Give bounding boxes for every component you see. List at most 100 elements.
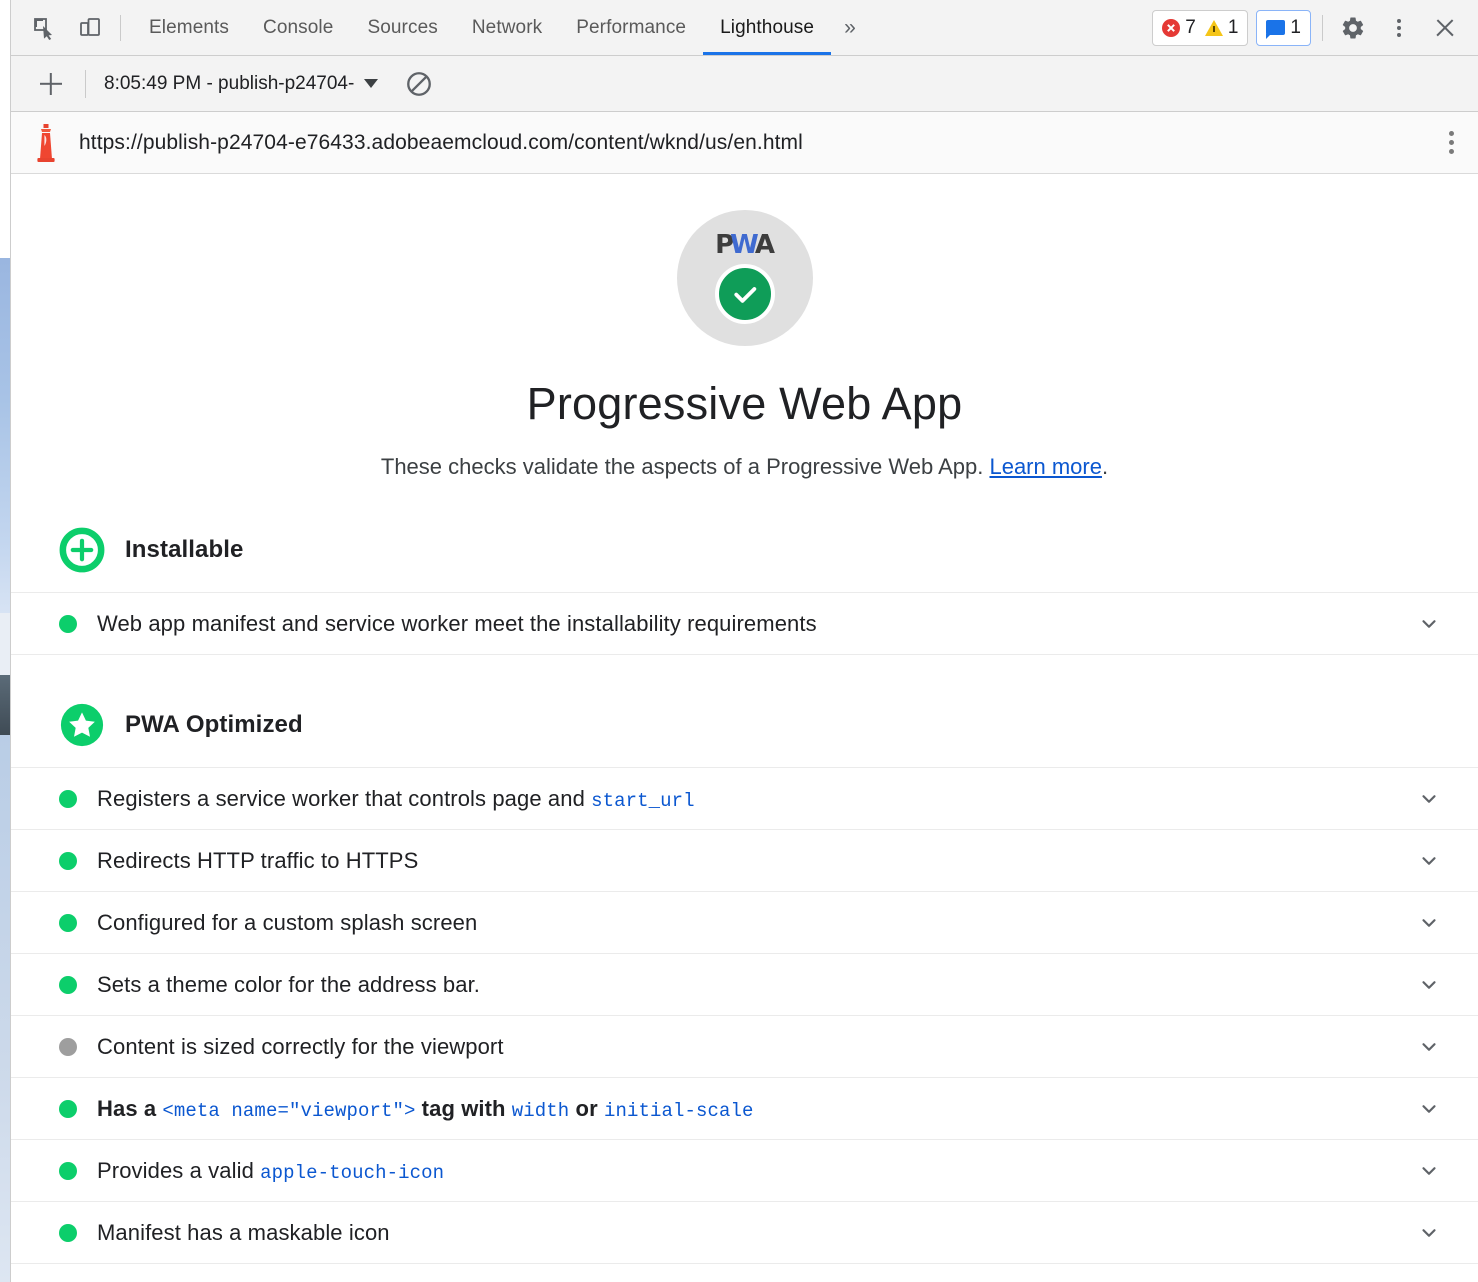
subtitle-period: . — [1102, 454, 1108, 479]
gear-icon[interactable] — [1334, 9, 1372, 47]
new-report-button[interactable] — [33, 66, 69, 102]
messages-counter[interactable]: 1 — [1256, 10, 1311, 46]
audit-title: Provides a valid apple-touch-icon — [97, 1158, 444, 1184]
report-url-bar: https://publish-p24704-e76433.adobeaemcl… — [11, 112, 1478, 174]
audit-row[interactable]: Web app manifest and service worker meet… — [11, 593, 1478, 655]
audit-list: Web app manifest and service worker meet… — [11, 592, 1478, 655]
audit-title: Has a <meta name="viewport"> tag with wi… — [97, 1096, 753, 1122]
tab-sources[interactable]: Sources — [350, 0, 454, 55]
warning-count: 1 — [1228, 17, 1239, 39]
audit-list: Registers a service worker that controls… — [11, 767, 1478, 1264]
chevron-down-icon[interactable] — [1418, 974, 1440, 996]
green-check-icon — [715, 264, 775, 324]
message-icon — [1266, 20, 1285, 35]
chevron-down-icon[interactable] — [1418, 1036, 1440, 1058]
lighthouse-report-bar: 8:05:49 PM - publish-p24704- — [11, 56, 1478, 112]
message-count: 1 — [1290, 17, 1301, 39]
audit-row[interactable]: Redirects HTTP traffic to HTTPS — [11, 830, 1478, 892]
pwa-letter-a: A — [755, 230, 774, 260]
audit-row[interactable]: Manifest has a maskable icon — [11, 1202, 1478, 1264]
report-header: PWA Progressive Web App These checks val… — [11, 174, 1478, 480]
inspect-element-icon[interactable] — [25, 9, 63, 47]
pwa-wordmark: PWA — [715, 232, 774, 258]
audit-row[interactable]: Registers a service worker that controls… — [11, 768, 1478, 830]
kebab-dots — [1397, 19, 1401, 37]
audit-row[interactable]: Content is sized correctly for the viewp… — [11, 1016, 1478, 1078]
tab-console[interactable]: Console — [246, 0, 350, 55]
error-icon — [1162, 19, 1180, 37]
audit-text-part: Registers a service worker that controls… — [97, 786, 591, 811]
audit-code-part: start_url — [591, 790, 695, 812]
audit-title: Manifest has a maskable icon — [97, 1220, 390, 1246]
audit-text-part: or — [569, 1096, 604, 1121]
audit-text-part: Redirects HTTP traffic to HTTPS — [97, 848, 418, 873]
learn-more-link[interactable]: Learn more — [989, 454, 1102, 479]
audit-title: Configured for a custom splash screen — [97, 910, 477, 936]
subtitle-text: These checks validate the aspects of a P… — [381, 454, 990, 479]
chevron-down-icon[interactable] — [1418, 1160, 1440, 1182]
devtools-menu-icon[interactable] — [1380, 9, 1418, 47]
tab-network[interactable]: Network — [455, 0, 559, 55]
chevron-down-icon[interactable] — [1418, 1098, 1440, 1120]
chevron-down-icon[interactable] — [1418, 850, 1440, 872]
lighthouse-icon — [31, 124, 61, 162]
chevron-down-icon[interactable] — [1418, 912, 1440, 934]
plus-circle-icon — [59, 527, 105, 573]
page-title: Progressive Web App — [11, 378, 1478, 430]
report-subtitle: These checks validate the aspects of a P… — [11, 454, 1478, 480]
audit-group-header: PWA Optimized — [11, 697, 1478, 753]
tab-performance[interactable]: Performance — [559, 0, 703, 55]
clear-all-icon[interactable] — [404, 69, 434, 99]
audit-group-title: PWA Optimized — [125, 711, 303, 739]
toolbar-right-group: 7 1 1 — [1144, 9, 1478, 47]
warning-icon — [1205, 20, 1223, 36]
tab-label: Lighthouse — [720, 17, 814, 39]
devtools-window: Elements Console Sources Network Perform… — [10, 0, 1478, 1282]
audit-text-part: Content is sized correctly for the viewp… — [97, 1034, 504, 1059]
audit-row[interactable]: Provides a valid apple-touch-icon — [11, 1140, 1478, 1202]
chevron-down-icon[interactable] — [1418, 788, 1440, 810]
close-devtools-icon[interactable] — [1426, 9, 1464, 47]
report-bar-divider — [85, 70, 86, 98]
tab-label: Sources — [367, 17, 437, 39]
audit-code-part: width — [512, 1100, 570, 1122]
tab-elements[interactable]: Elements — [132, 0, 246, 55]
tab-lighthouse[interactable]: Lighthouse — [703, 0, 831, 55]
chevron-down-icon — [364, 79, 378, 88]
tab-label: Console — [263, 17, 333, 39]
more-tabs-label: » — [844, 16, 856, 40]
more-tabs-icon[interactable]: » — [831, 16, 869, 40]
audit-row[interactable]: Sets a theme color for the address bar. — [11, 954, 1478, 1016]
tab-label: Elements — [149, 17, 229, 39]
issues-counter[interactable]: 7 1 — [1152, 10, 1248, 46]
report-menu-icon[interactable] — [1439, 125, 1464, 160]
status-dot-pass — [59, 1100, 77, 1118]
status-dot-pass — [59, 976, 77, 994]
error-count: 7 — [1185, 17, 1196, 39]
audit-code-part: <meta name="viewport"> — [162, 1100, 415, 1122]
panel-tabs: Elements Console Sources Network Perform… — [132, 0, 831, 55]
underlying-page-sliver — [0, 0, 10, 1282]
audit-group-installable: Installable Web app manifest and service… — [11, 522, 1478, 655]
audit-code-part: initial-scale — [604, 1100, 754, 1122]
audit-row[interactable]: Has a <meta name="viewport"> tag with wi… — [11, 1078, 1478, 1140]
audit-title: Content is sized correctly for the viewp… — [97, 1034, 504, 1060]
audit-text-part: Web app manifest and service worker meet… — [97, 611, 817, 636]
chevron-down-icon[interactable] — [1418, 613, 1440, 635]
audit-title: Web app manifest and service worker meet… — [97, 611, 817, 637]
audit-code-part: apple-touch-icon — [260, 1162, 444, 1184]
status-dot-pass — [59, 1224, 77, 1242]
pwa-letter-w: W — [730, 230, 758, 260]
status-dot-not-applicable — [59, 1038, 77, 1056]
tab-label: Performance — [576, 17, 686, 39]
device-toolbar-icon[interactable] — [71, 9, 109, 47]
report-selector-dropdown[interactable]: 8:05:49 PM - publish-p24704- — [104, 73, 378, 95]
audit-text-part: Configured for a custom splash screen — [97, 910, 477, 935]
close-glyph — [1435, 18, 1455, 38]
chevron-down-icon[interactable] — [1418, 1222, 1440, 1244]
devtools-toolbar: Elements Console Sources Network Perform… — [11, 0, 1478, 56]
audit-row[interactable]: Configured for a custom splash screen — [11, 892, 1478, 954]
audit-group-title: Installable — [125, 536, 243, 564]
report-selector-label: 8:05:49 PM - publish-p24704- — [104, 73, 354, 95]
pwa-badge: PWA — [677, 210, 813, 346]
